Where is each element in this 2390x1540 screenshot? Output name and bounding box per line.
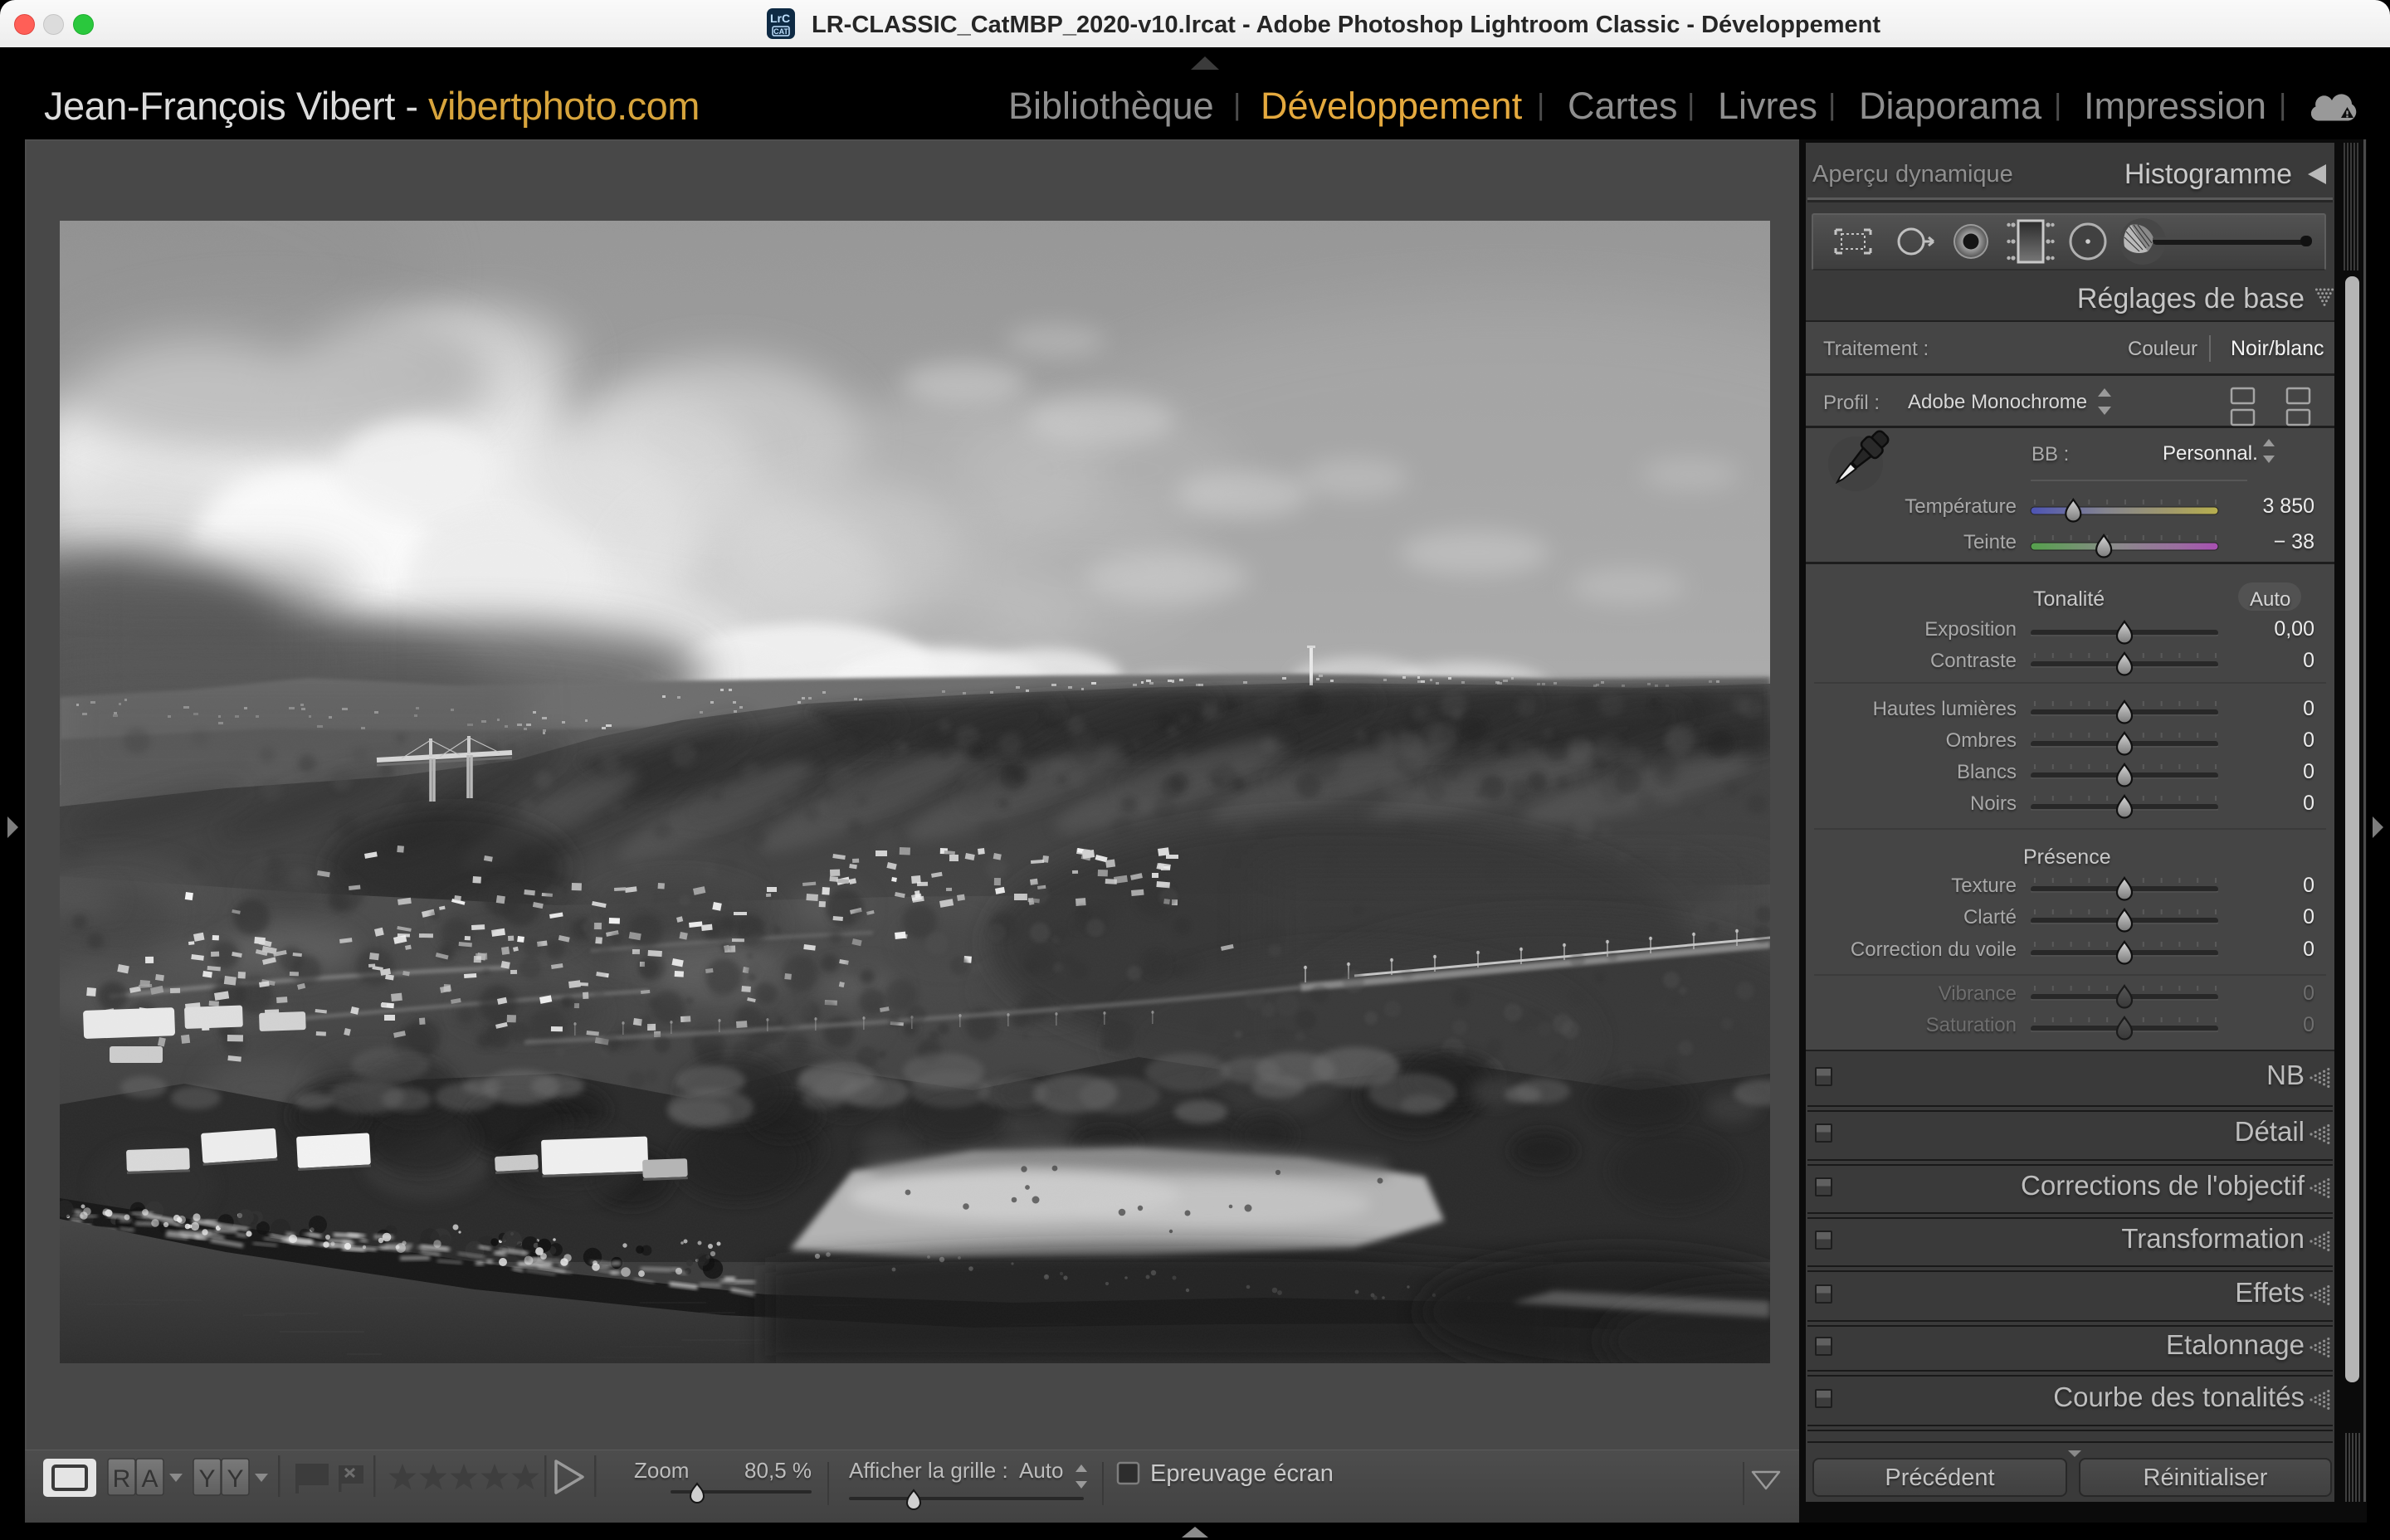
svg-text:Y: Y <box>198 1465 215 1493</box>
svg-text:CAT: CAT <box>773 27 788 36</box>
svg-text:R: R <box>113 1465 131 1493</box>
svg-text:LrC: LrC <box>770 12 790 25</box>
svg-text:A: A <box>141 1465 158 1493</box>
svg-text:Y: Y <box>227 1465 243 1493</box>
